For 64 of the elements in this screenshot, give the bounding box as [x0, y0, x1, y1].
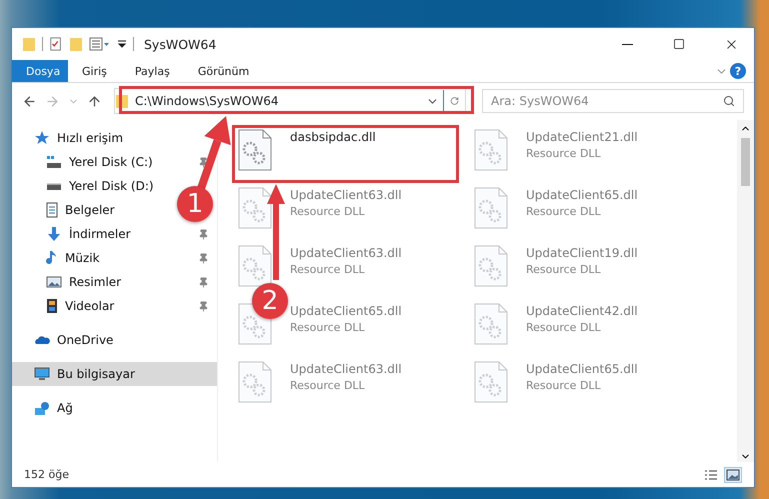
properties-icon	[89, 37, 111, 51]
star-icon	[34, 130, 50, 146]
sidebar-item[interactable]: Yerel Disk (C:)	[12, 150, 217, 174]
file-label[interactable]: UpdateClient65.dll Resource DLL	[526, 361, 638, 392]
file-label[interactable]: UpdateClient63.dll Resource DLL	[290, 361, 402, 392]
scrollbar[interactable]	[737, 120, 754, 462]
maximize-icon	[673, 38, 685, 50]
window-title: SysWOW64	[144, 36, 218, 52]
scroll-thumb[interactable]	[741, 138, 750, 186]
sidebar-item[interactable]: Bu bilgisayar	[12, 362, 217, 386]
folder-icon	[22, 37, 36, 51]
large-icons-view-button[interactable]	[724, 466, 742, 482]
sidebar-item[interactable]: Belgeler	[12, 198, 121, 222]
document-icon	[46, 202, 58, 218]
drive-icon	[46, 155, 62, 169]
file-label[interactable]: UpdateClient21.dll Resource DLL	[526, 129, 638, 160]
gear-file-icon	[238, 245, 272, 287]
list-icon	[704, 468, 718, 480]
picture-icon	[726, 468, 740, 480]
sidebar-item[interactable]: Müzik	[12, 246, 217, 270]
sidebar-item[interactable]: Ağ	[12, 396, 79, 420]
gear-file-icon	[238, 361, 272, 403]
sidebar-item[interactable]: Videolar	[12, 294, 217, 318]
gear-file-icon	[474, 361, 508, 403]
gear-file-icon	[474, 303, 508, 345]
computer-icon	[34, 366, 50, 382]
gear-file-icon	[474, 245, 508, 287]
file-label[interactable]: dasbsipdac.dll	[290, 129, 376, 144]
gear-file-icon	[474, 187, 508, 229]
ribbon-tab[interactable]: Giriş	[68, 60, 121, 82]
ribbon-tab[interactable]: Dosya	[12, 60, 68, 82]
refresh-icon	[450, 95, 459, 107]
help-button[interactable]: ?	[730, 63, 746, 79]
sidebar-item[interactable]: İndirmeler	[12, 222, 217, 246]
search-field[interactable]: Ara: SysWOW64	[482, 89, 744, 113]
forward-arrow-icon	[45, 94, 60, 108]
down-arrow-icon	[46, 226, 62, 242]
file-label[interactable]: UpdateClient42.dll Resource DLL	[526, 303, 638, 334]
file-label[interactable]: UpdateClient63.dll Resource DLL	[290, 187, 402, 218]
file-label[interactable]: UpdateClient19.dll Resource DLL	[526, 245, 638, 276]
file-label[interactable]: UpdateClient65.dll Resource DLL	[526, 187, 638, 218]
ribbon-tab[interactable]: Görünüm	[184, 60, 264, 82]
file-label[interactable]: UpdateClient65.dll Resource DLL	[290, 303, 402, 334]
file-label[interactable]: UpdateClient63.dll Resource DLL	[290, 245, 402, 276]
picture-icon	[46, 276, 62, 288]
folder-icon	[69, 37, 83, 51]
dropdown-icon	[117, 40, 127, 48]
drive-icon	[46, 182, 62, 190]
gear-file-icon	[238, 129, 272, 171]
search-icon	[723, 95, 735, 107]
address-bar[interactable]: C:\Windows\SysWOW64	[114, 88, 466, 114]
ribbon-tab[interactable]: Paylaş	[120, 60, 184, 82]
music-note-icon	[46, 250, 58, 266]
gear-file-icon	[474, 129, 508, 171]
network-icon	[34, 400, 50, 416]
cloud-icon	[34, 335, 50, 345]
sidebar-item[interactable]: Yerel Disk (D:)	[12, 174, 160, 198]
film-icon	[46, 298, 58, 314]
sidebar-item[interactable]: Hızlı erişim	[12, 126, 130, 150]
sidebar-item[interactable]: OneDrive	[12, 328, 120, 352]
gear-file-icon	[238, 187, 272, 229]
sidebar-item[interactable]: Resimler	[12, 270, 217, 294]
checklist-icon	[49, 36, 63, 52]
item-count: 152 öğe	[24, 468, 69, 481]
